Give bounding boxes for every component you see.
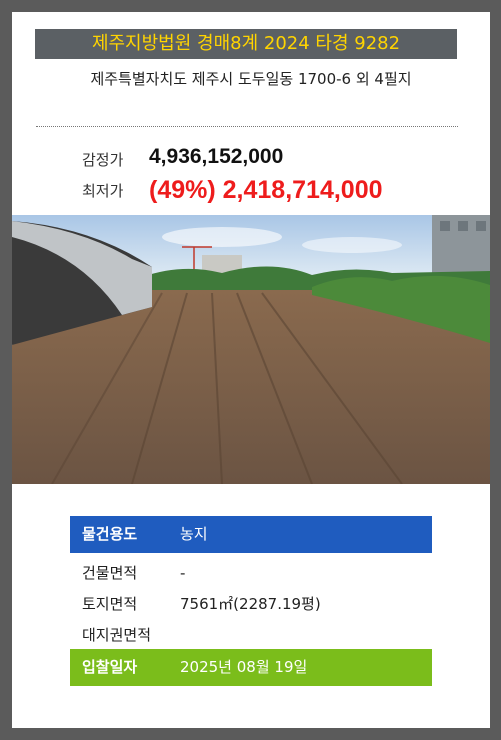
minimum-price-label: 최저가 <box>82 182 124 200</box>
property-address: 제주특별자치도 제주시 도두일동 1700-6 외 4필지 <box>90 70 412 88</box>
usage-label: 물건용도 <box>82 525 138 543</box>
auction-card: 제주지방법원 경매8계 2024 타경 9282 제주특별자치도 제주시 도두일… <box>12 12 490 728</box>
minimum-price-value: (49%) 2,418,714,000 <box>149 176 383 204</box>
usage-row: 물건용도 농지 <box>70 516 432 553</box>
bid-date-value: 2025년 08월 19일 <box>180 658 308 676</box>
usage-value: 농지 <box>180 525 208 543</box>
appraisal-value: 4,936,152,000 <box>149 145 284 168</box>
court-case-banner: 제주지방법원 경매8계 2024 타경 9282 <box>35 29 457 59</box>
property-photo <box>12 215 490 484</box>
dotted-divider <box>36 126 458 127</box>
bid-date-label: 입찰일자 <box>82 658 138 676</box>
appraisal-label: 감정가 <box>82 151 124 169</box>
bid-date-row: 입찰일자 2025년 08월 19일 <box>70 649 432 686</box>
